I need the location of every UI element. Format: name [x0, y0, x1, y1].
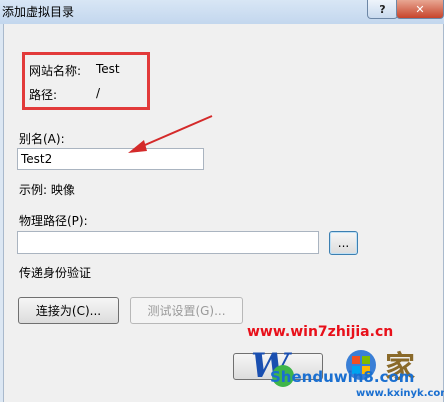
connect-as-button-label: 连接为(C)...: [35, 304, 102, 318]
site-name-value: Test: [96, 62, 120, 76]
close-icon: ✕: [415, 2, 425, 16]
help-icon: ?: [379, 2, 386, 16]
path-value: /: [96, 86, 101, 100]
path-label: 路径:: [29, 88, 58, 102]
alias-label: 别名(A):: [19, 132, 65, 146]
close-button[interactable]: ✕: [396, 0, 444, 19]
alias-example: 示例: 映像: [19, 183, 75, 197]
physical-path-label: 物理路径(P):: [19, 214, 88, 228]
test-settings-button-label: 测试设置(G)...: [147, 304, 226, 318]
auth-label: 传递身份验证: [19, 266, 92, 280]
site-name-label: 网站名称:: [29, 64, 82, 78]
title-bar: 添加虚拟目录 ? ✕: [0, 0, 444, 24]
browse-button-label: ...: [337, 236, 350, 250]
physical-path-input[interactable]: [17, 231, 319, 254]
annotation-arrow-icon: [128, 115, 213, 153]
test-settings-button[interactable]: 测试设置(G)...: [130, 297, 243, 324]
watermark-url-middle: Shenduwin8.com: [270, 368, 415, 386]
window-title: 添加虚拟目录: [2, 5, 75, 19]
help-button[interactable]: ?: [367, 0, 398, 19]
connect-as-button[interactable]: 连接为(C)...: [18, 297, 119, 324]
watermark-url-bottom: www.kxinyk.com: [356, 388, 444, 399]
browse-button[interactable]: ...: [329, 231, 358, 255]
watermark-url-top: www.win7zhijia.cn: [247, 324, 394, 340]
alias-input-value: Test2: [21, 152, 53, 166]
